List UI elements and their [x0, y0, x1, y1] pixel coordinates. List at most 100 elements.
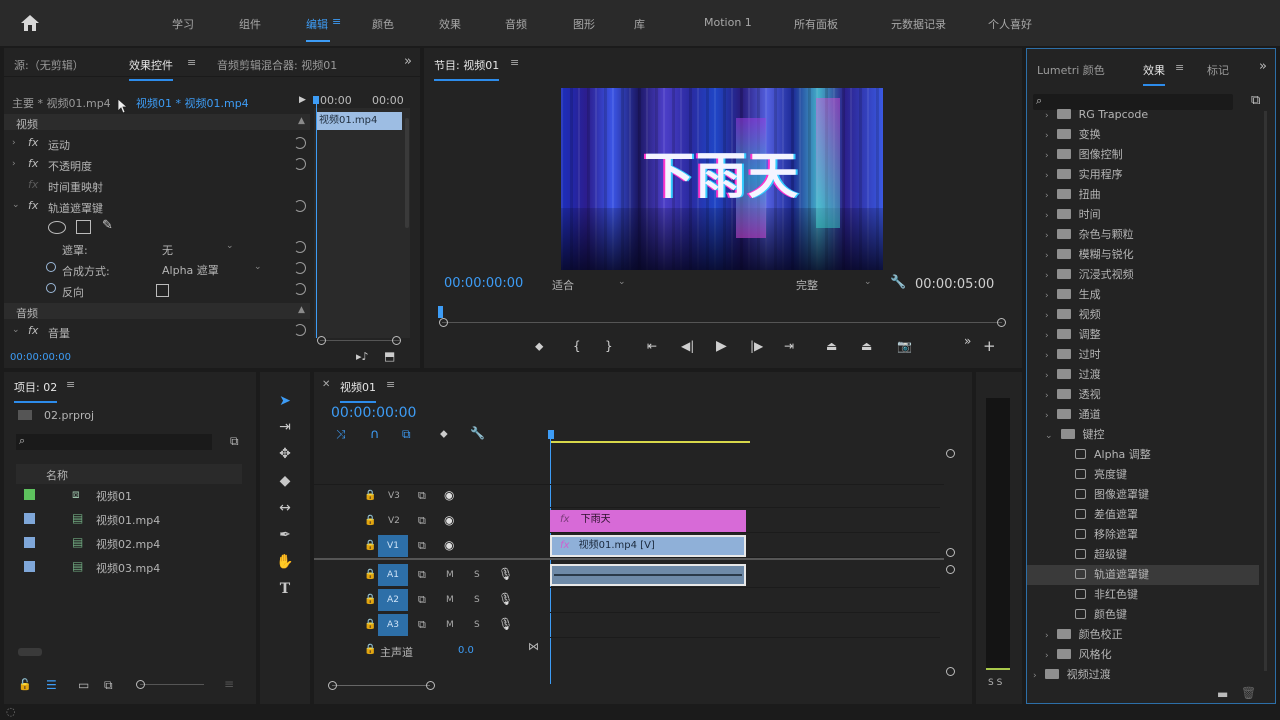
- ruler-playhead[interactable]: [548, 430, 554, 439]
- stopwatch-icon[interactable]: [46, 283, 56, 293]
- audio-only-icon[interactable]: ▸♪: [356, 350, 369, 363]
- eye-icon[interactable]: ◉: [444, 513, 454, 527]
- go-to-out-icon[interactable]: ⇥: [784, 339, 794, 353]
- track-label[interactable]: V3: [388, 491, 400, 501]
- chevron-right-icon[interactable]: ›: [1045, 371, 1049, 381]
- time-ruler[interactable]: [550, 432, 950, 446]
- slider-handle[interactable]: [136, 680, 145, 689]
- slider-handle[interactable]: [946, 667, 955, 676]
- step-back-icon[interactable]: ◀|: [681, 339, 694, 353]
- microphone-icon[interactable]: 🎙: [498, 567, 513, 581]
- nest-icon[interactable]: ⤨: [336, 427, 346, 442]
- project-item-name[interactable]: 视频01: [96, 488, 132, 504]
- microphone-icon[interactable]: 🎙: [498, 592, 513, 606]
- clip-label[interactable]: 视频01 * 视频01.mp4: [136, 95, 249, 111]
- workspace-item[interactable]: 音频: [505, 16, 527, 32]
- ellipse-mask-icon[interactable]: [48, 221, 66, 234]
- close-icon[interactable]: ✕: [322, 379, 330, 390]
- effects-item[interactable]: 差值遮罩: [1027, 505, 1259, 525]
- effects-item[interactable]: 非红色键: [1027, 585, 1259, 605]
- reset-track-matte-icon[interactable]: [294, 200, 306, 212]
- project-panel-title[interactable]: 项目: 02: [14, 379, 58, 403]
- effects-folder[interactable]: › 变换: [1027, 125, 1259, 145]
- chevron-down-icon[interactable]: ⌄: [254, 262, 262, 272]
- fx-volume[interactable]: 音量: [48, 325, 70, 341]
- label-color-swatch[interactable]: [24, 561, 35, 572]
- slider-handle[interactable]: [426, 681, 435, 690]
- chevron-right-icon[interactable]: ›: [1045, 351, 1049, 361]
- fx-time-remap[interactable]: 时间重映射: [48, 179, 103, 195]
- solo-button[interactable]: S: [474, 620, 480, 630]
- effects-folder[interactable]: › 视频过渡: [1027, 665, 1259, 685]
- sync-lock-icon[interactable]: ⧉: [418, 489, 426, 503]
- track-select-tool-icon[interactable]: ⇥: [273, 416, 297, 438]
- chevron-right-icon[interactable]: ›: [1045, 211, 1049, 221]
- effects-item[interactable]: 亮度键: [1027, 465, 1259, 485]
- effects-item[interactable]: 移除遮罩: [1027, 525, 1259, 545]
- snap-icon[interactable]: ∩: [370, 427, 380, 442]
- chevron-right-icon[interactable]: ›: [1045, 291, 1049, 301]
- sort-icon[interactable]: ≡: [224, 677, 234, 691]
- workspace-item[interactable]: 学习: [172, 16, 194, 32]
- work-area-bar[interactable]: [550, 441, 750, 443]
- tab-markers[interactable]: 标记: [1207, 62, 1229, 78]
- workspace-item[interactable]: 颜色: [372, 16, 394, 32]
- effects-folder[interactable]: › 时间: [1027, 205, 1259, 225]
- workspace-menu-icon[interactable]: ≡: [332, 15, 341, 28]
- workspace-item[interactable]: 库: [634, 16, 645, 32]
- chevron-down-icon[interactable]: ⌄: [226, 241, 234, 251]
- effects-folder[interactable]: › 沉浸式视频: [1027, 265, 1259, 285]
- quality-dropdown[interactable]: 完整: [796, 277, 818, 293]
- solo-button[interactable]: S: [474, 570, 480, 580]
- chevron-down-icon[interactable]: ⌄: [618, 277, 626, 287]
- lock-icon[interactable]: 🔒: [364, 569, 376, 580]
- clip-v1[interactable]: fx 视频01.mp4 [V]: [550, 535, 746, 557]
- slider-handle[interactable]: [392, 336, 401, 345]
- clip-a1[interactable]: [550, 564, 746, 586]
- mini-scrollbar[interactable]: [405, 118, 409, 228]
- panel-overflow-icon[interactable]: »: [1259, 59, 1267, 74]
- tab-audio-clip-mixer[interactable]: 音频剪辑混合器: 视频01: [217, 57, 337, 73]
- effects-search-input[interactable]: ⌕: [1033, 94, 1233, 110]
- master-track-value[interactable]: 0.0: [458, 645, 474, 656]
- effects-folder[interactable]: › 模糊与锐化: [1027, 245, 1259, 265]
- master-clip-label[interactable]: 主要 * 视频01.mp4: [12, 95, 111, 111]
- track-target-audio[interactable]: A2: [378, 589, 408, 611]
- add-marker-icon[interactable]: ⬥: [440, 427, 448, 441]
- wrench-icon[interactable]: 🔧: [890, 275, 906, 290]
- sync-lock-icon[interactable]: ⧉: [418, 568, 426, 582]
- lock-icon[interactable]: 🔒: [364, 515, 376, 526]
- new-bin-icon[interactable]: ⧉: [230, 434, 239, 449]
- mute-button[interactable]: M: [446, 595, 454, 605]
- workspace-item[interactable]: 效果: [439, 16, 461, 32]
- chevron-down-icon[interactable]: ⌄: [1045, 431, 1053, 441]
- fit-dropdown[interactable]: 适合: [552, 277, 574, 293]
- lock-icon[interactable]: 🔓: [18, 678, 32, 691]
- new-bin-icon[interactable]: ⧉: [1251, 93, 1260, 108]
- panel-overflow-icon[interactable]: »: [404, 54, 412, 69]
- project-search-input[interactable]: ⌕: [16, 434, 212, 450]
- program-scrubber[interactable]: [442, 322, 1002, 323]
- slider-handle[interactable]: [328, 681, 337, 690]
- chevron-right-icon[interactable]: ›: [1045, 191, 1049, 201]
- program-playhead[interactable]: [438, 306, 443, 318]
- timeline-title[interactable]: 视频01: [340, 379, 376, 403]
- mark-in-icon[interactable]: {: [573, 339, 581, 353]
- chevron-right-icon[interactable]: ›: [1045, 231, 1049, 241]
- fx-track-matte[interactable]: 轨道遮罩键: [48, 200, 103, 216]
- mute-button[interactable]: M: [446, 620, 454, 630]
- overflow-icon[interactable]: »: [964, 334, 971, 348]
- composite-dropdown[interactable]: Alpha 遮罩: [162, 262, 219, 278]
- home-icon[interactable]: [20, 14, 40, 32]
- effects-item[interactable]: Alpha 调整: [1027, 445, 1259, 465]
- workspace-item[interactable]: 组件: [239, 16, 261, 32]
- effect-controls-timecode[interactable]: 00:00:00:00: [10, 352, 71, 363]
- selection-tool-icon[interactable]: ➤: [273, 390, 297, 412]
- chevron-right-icon[interactable]: ›: [1045, 311, 1049, 321]
- export-frame-icon[interactable]: 📷: [897, 339, 912, 353]
- slider-handle[interactable]: [946, 449, 955, 458]
- freeform-view-icon[interactable]: ⧉: [104, 678, 113, 693]
- project-item-name[interactable]: 视频02.mp4: [96, 536, 160, 552]
- collapse-icon[interactable]: ⌄: [12, 325, 20, 335]
- extract-icon[interactable]: ⏏: [861, 339, 872, 353]
